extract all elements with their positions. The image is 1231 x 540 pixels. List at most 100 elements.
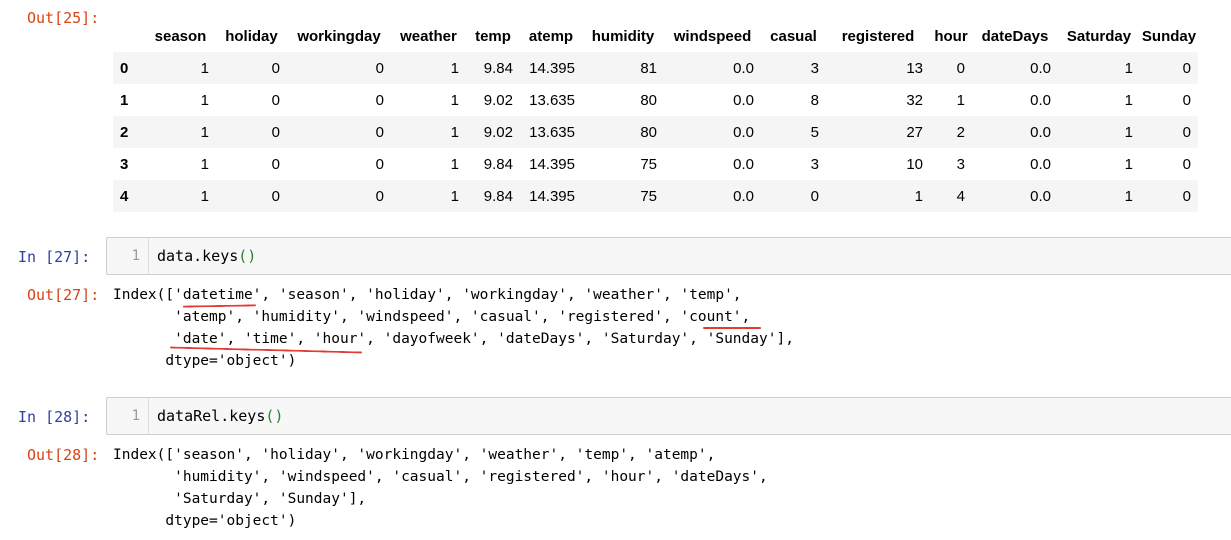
dataframe-table: season holiday workingday weather temp a… — [113, 20, 1198, 212]
table-row: 1 1 0 0 1 9.02 13.635 80 0.0 8 32 1 0.0 1 0 — [113, 84, 1198, 116]
table-cell: 2 — [956, 123, 965, 141]
table-cell: 0.0 — [1030, 187, 1051, 205]
column-header: dateDays — [981, 27, 1049, 45]
column-header: registered — [841, 27, 915, 45]
table-cell: 14.395 — [529, 59, 575, 77]
table-cell: 1 — [200, 155, 209, 173]
table-cell: 0 — [375, 187, 384, 205]
table-row: 3 1 0 0 1 9.84 14.395 75 0.0 3 10 3 0.0 1 0 — [113, 148, 1198, 180]
table-cell: 5 — [810, 123, 819, 141]
table-cell: 1 — [1124, 59, 1133, 77]
out-prompt-25: Out[25]: — [27, 9, 100, 27]
out-prompt-28: Out[28]: — [27, 446, 100, 464]
table-cell: 1 — [450, 123, 459, 141]
table-cell: 0.0 — [1030, 155, 1051, 173]
table-cell: 0 — [1182, 155, 1191, 173]
table-cell: 1 — [200, 59, 209, 77]
table-cell: 1 — [450, 59, 459, 77]
code-input[interactable]: dataRel.keys() — [157, 398, 283, 434]
table-cell: 1 — [1124, 123, 1133, 141]
table-cell: 1 — [956, 91, 965, 109]
table-header-row: season holiday workingday weather temp a… — [113, 20, 1198, 52]
code-input[interactable]: data.keys() — [157, 238, 256, 274]
table-row: 2 1 0 0 1 9.02 13.635 80 0.0 5 27 2 0.0 1 0 — [113, 116, 1198, 148]
table-cell: 0.0 — [733, 155, 754, 173]
code-cell-27[interactable]: 1 data.keys() — [106, 237, 1231, 275]
code-parens: () — [238, 247, 257, 265]
table-body: 0 1 0 0 1 9.84 14.395 81 0.0 3 13 0 0.0 1 0 1 1 0 0 1 9.02 13… — [113, 52, 1198, 212]
table-cell: 0 — [1182, 91, 1191, 109]
column-header: weather — [400, 27, 457, 45]
index-header — [113, 20, 145, 52]
code-text: data.keys — [157, 247, 239, 265]
table-cell: 0 — [375, 123, 384, 141]
column-header: windspeed — [673, 27, 752, 45]
table-cell: 9.84 — [483, 187, 513, 205]
table-cell: 1 — [914, 187, 923, 205]
column-header: atemp — [528, 27, 574, 45]
table-cell: 0 — [271, 187, 280, 205]
output-text-28: Index(['season', 'holiday', 'workingday'… — [113, 447, 768, 529]
table-cell: 3 — [956, 155, 965, 173]
table-cell: 0 — [1182, 59, 1191, 77]
column-header: season — [154, 27, 207, 45]
row-index: 4 — [120, 187, 129, 205]
table-cell: 14.395 — [529, 155, 575, 173]
table-cell: 1 — [1124, 187, 1133, 205]
column-header: humidity — [591, 27, 655, 45]
column-header: Saturday — [1066, 27, 1132, 45]
table-cell: 0.0 — [733, 59, 754, 77]
code-parens: () — [265, 407, 284, 425]
table-cell: 0.0 — [1030, 59, 1051, 77]
table-cell: 0 — [375, 59, 384, 77]
table-cell: 0 — [1182, 123, 1191, 141]
line-number: 1 — [107, 238, 149, 274]
code-text: dataRel.keys — [157, 407, 266, 425]
row-index: 0 — [120, 59, 129, 77]
table-cell: 75 — [640, 187, 657, 205]
table-cell: 1 — [200, 91, 209, 109]
table-cell: 1 — [450, 187, 459, 205]
table-cell: 13.635 — [529, 91, 575, 109]
table-cell: 9.02 — [483, 91, 513, 109]
table-cell: 9.84 — [483, 59, 513, 77]
table-cell: 1 — [200, 187, 209, 205]
column-header: Sunday — [1141, 27, 1197, 45]
table-cell: 0 — [271, 59, 280, 77]
table-cell: 9.02 — [483, 123, 513, 141]
table-cell: 0 — [271, 155, 280, 173]
table-cell: 0 — [956, 59, 965, 77]
table-cell: 14.395 — [529, 187, 575, 205]
table-cell: 1 — [1124, 155, 1133, 173]
in-prompt-27: In [27]: — [18, 248, 91, 266]
table-row: 4 1 0 0 1 9.84 14.395 75 0.0 0 1 4 0.0 1 0 — [113, 180, 1198, 212]
table-cell: 0 — [375, 155, 384, 173]
code-cell-28[interactable]: 1 dataRel.keys() — [106, 397, 1231, 435]
column-header: workingday — [297, 27, 381, 45]
table-cell: 8 — [810, 91, 819, 109]
table-cell: 80 — [640, 91, 657, 109]
table-cell: 1 — [1124, 91, 1133, 109]
annotation-underline-count — [703, 327, 761, 329]
table-cell: 32 — [906, 91, 923, 109]
table-cell: 4 — [956, 187, 965, 205]
table-cell: 0 — [810, 187, 819, 205]
output-text-27: Index(['datetime', 'season', 'holiday', … — [113, 287, 794, 369]
table-cell: 10 — [906, 155, 923, 173]
table-cell: 27 — [906, 123, 923, 141]
table-cell: 0 — [271, 123, 280, 141]
out-prompt-27: Out[27]: — [27, 286, 100, 304]
row-index: 3 — [120, 155, 129, 173]
table-cell: 0.0 — [733, 123, 754, 141]
table-cell: 80 — [640, 123, 657, 141]
table-cell: 0.0 — [1030, 123, 1051, 141]
table-row: 0 1 0 0 1 9.84 14.395 81 0.0 3 13 0 0.0 1 0 — [113, 52, 1198, 84]
row-index: 1 — [120, 91, 129, 109]
table-cell: 9.84 — [483, 155, 513, 173]
table-cell: 0.0 — [733, 187, 754, 205]
table-cell: 0 — [1182, 187, 1191, 205]
table-cell: 3 — [810, 155, 819, 173]
table-cell: 1 — [450, 91, 459, 109]
table-cell: 81 — [640, 59, 657, 77]
table-cell: 0 — [271, 91, 280, 109]
